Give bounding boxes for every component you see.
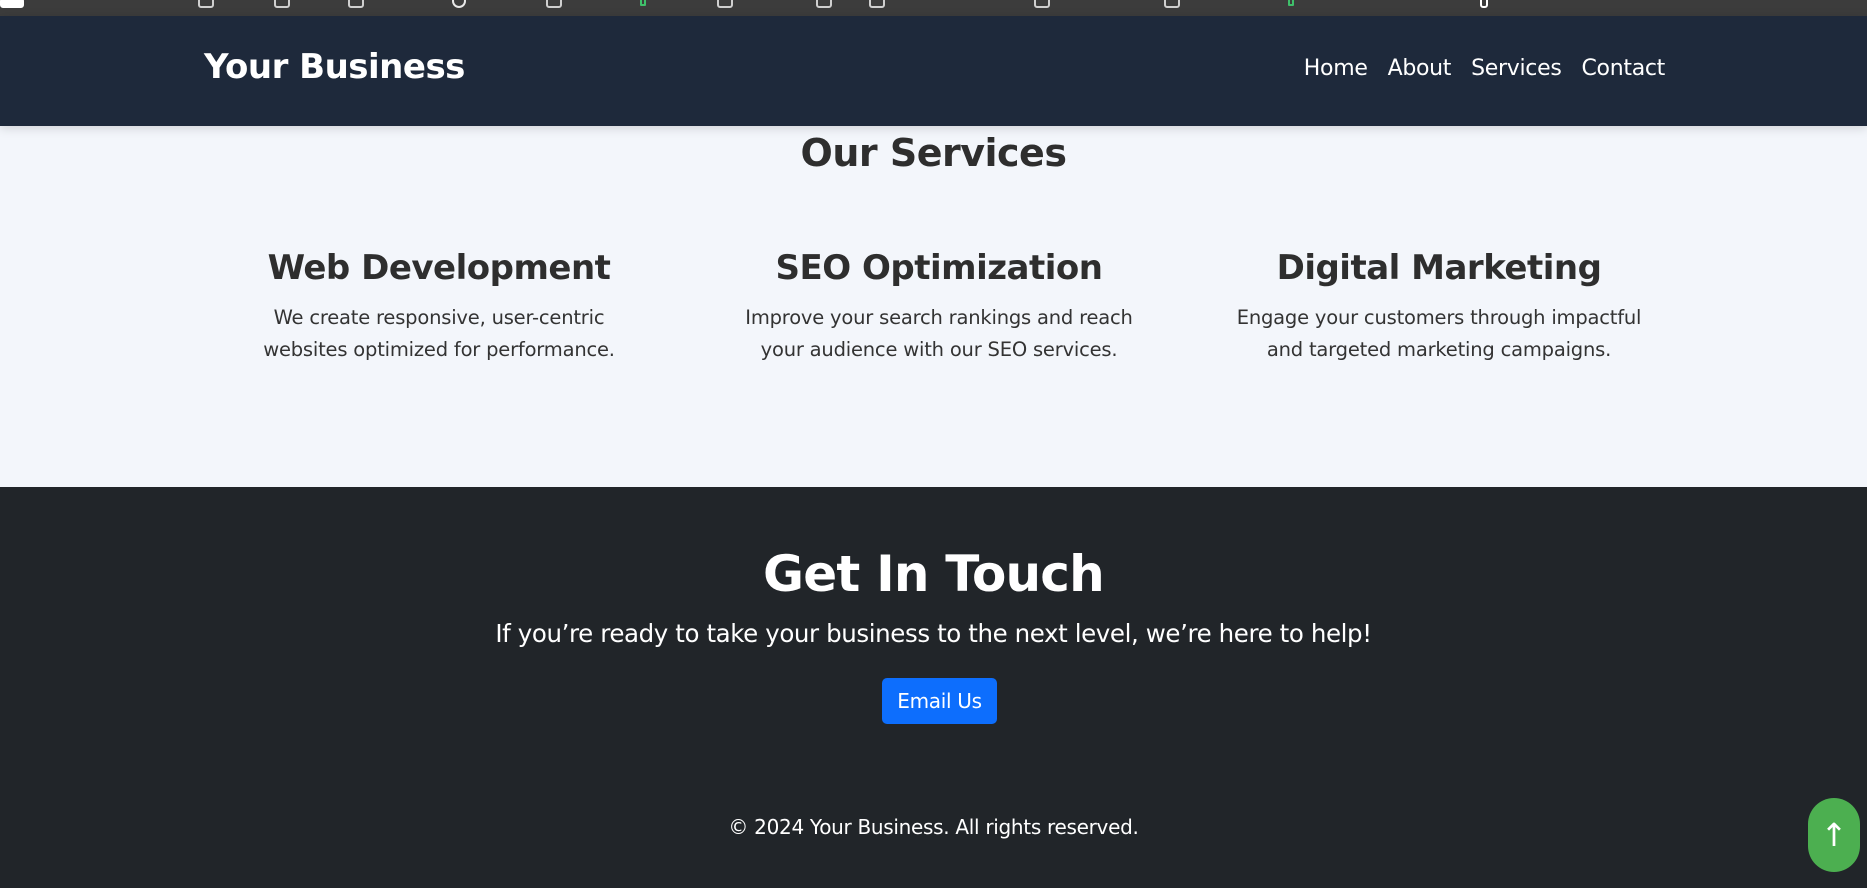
service-title: Web Development xyxy=(267,248,611,288)
bookmark-icon[interactable] xyxy=(1288,0,1294,6)
contact-title: Get In Touch xyxy=(763,545,1105,603)
service-description: We create responsive, user-centric websi… xyxy=(263,306,615,361)
contact-section: Get In Touch If you’re ready to take you… xyxy=(0,487,1867,888)
bookmark-icon[interactable] xyxy=(452,0,466,8)
service-description: Improve your search rankings and reach y… xyxy=(745,306,1133,361)
copyright-text: © 2024 Your Business. All rights reserve… xyxy=(728,815,1139,839)
service-card-digital-marketing: Digital Marketing Engage your customers … xyxy=(1209,248,1669,366)
service-title: Digital Marketing xyxy=(1276,248,1602,288)
scroll-to-top-button[interactable]: ↑ xyxy=(1808,798,1860,872)
contact-text: If you’re ready to take your business to… xyxy=(495,619,1372,648)
site-header: Your Business Home About Services Contac… xyxy=(0,16,1867,126)
nav-about[interactable]: About xyxy=(1388,56,1452,81)
bookmark-icon[interactable] xyxy=(1034,0,1050,8)
bookmark-icon[interactable] xyxy=(1164,0,1180,8)
service-title: SEO Optimization xyxy=(775,248,1103,288)
main-nav: Home About Services Contact xyxy=(1304,56,1666,81)
services-title: Our Services xyxy=(800,131,1067,175)
bookmark-icon[interactable] xyxy=(0,0,24,8)
bookmark-icon[interactable] xyxy=(640,0,646,6)
service-card-web-development: Web Development We create responsive, us… xyxy=(209,248,669,366)
nav-services[interactable]: Services xyxy=(1471,56,1562,81)
brand-logo[interactable]: Your Business xyxy=(204,47,465,87)
bookmark-icon[interactable] xyxy=(546,0,562,8)
service-card-seo-optimization: SEO Optimization Improve your search ran… xyxy=(709,248,1169,366)
email-us-button[interactable]: Email Us xyxy=(882,678,997,724)
service-description: Engage your customers through impactful … xyxy=(1236,306,1642,361)
bookmarks-bar xyxy=(0,0,1867,16)
bookmark-icon[interactable] xyxy=(869,0,885,8)
bookmark-icon[interactable] xyxy=(717,0,733,8)
bookmark-icon[interactable] xyxy=(198,0,214,8)
nav-home[interactable]: Home xyxy=(1304,56,1368,81)
bookmark-icon[interactable] xyxy=(816,0,832,8)
bookmark-icon[interactable] xyxy=(348,0,364,8)
services-section: Our Services Web Development We create r… xyxy=(0,126,1867,487)
nav-contact[interactable]: Contact xyxy=(1582,56,1666,81)
arrow-up-icon: ↑ xyxy=(1820,816,1848,854)
bookmark-icon[interactable] xyxy=(1480,0,1488,8)
bookmark-icon[interactable] xyxy=(274,0,290,8)
